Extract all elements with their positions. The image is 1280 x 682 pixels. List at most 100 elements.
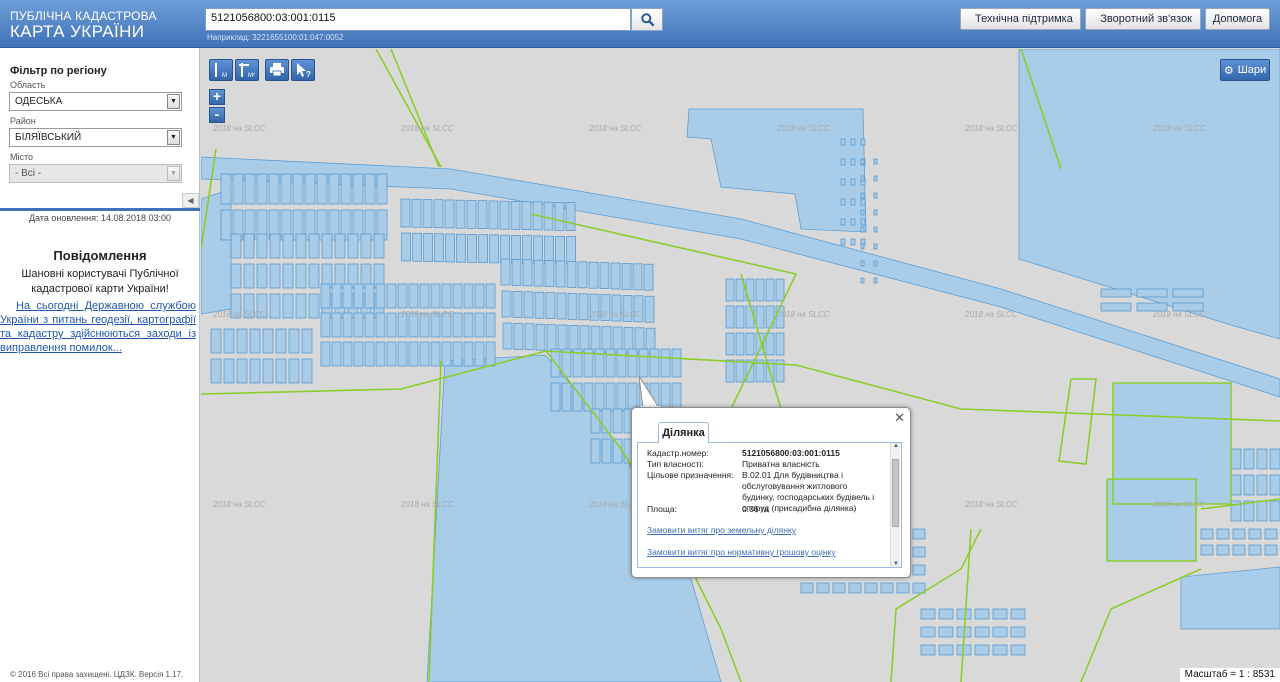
parcel[interactable] [860, 192, 865, 199]
parcel[interactable] [478, 234, 488, 264]
parcel[interactable] [477, 200, 488, 230]
parcel[interactable] [840, 238, 846, 246]
parcel[interactable] [873, 277, 878, 284]
parcel[interactable] [1172, 288, 1204, 298]
collapse-sidebar-button[interactable]: ◀ [182, 193, 199, 208]
parcel[interactable] [444, 199, 455, 229]
parcel[interactable] [256, 263, 268, 289]
parcel[interactable] [412, 232, 422, 262]
parcel[interactable] [463, 283, 474, 309]
parcel[interactable] [873, 209, 878, 216]
parcel-large[interactable] [201, 188, 232, 315]
parcel[interactable] [1200, 544, 1214, 556]
parcel[interactable] [601, 438, 612, 464]
parcel[interactable] [621, 263, 632, 290]
parcel[interactable] [735, 359, 745, 383]
parcel[interactable] [568, 325, 579, 352]
parcel[interactable] [1243, 448, 1255, 470]
parcel[interactable] [419, 283, 430, 309]
support-button[interactable]: Технічна підтримка [960, 8, 1081, 30]
parcel[interactable] [992, 626, 1008, 638]
parcel[interactable] [860, 138, 866, 146]
parcel[interactable] [522, 235, 532, 264]
parcel[interactable] [864, 582, 878, 594]
parcel[interactable] [745, 305, 755, 329]
parcel[interactable] [268, 173, 280, 205]
parcel[interactable] [320, 312, 331, 338]
parcel[interactable] [561, 382, 572, 412]
parcel[interactable] [579, 325, 590, 353]
parcel[interactable] [375, 341, 386, 367]
parcel[interactable] [873, 175, 878, 182]
chevron-down-icon[interactable]: ▼ [167, 130, 180, 145]
parcel[interactable] [262, 328, 274, 354]
help-button[interactable]: Допомога [1205, 8, 1270, 30]
parcel[interactable] [364, 283, 375, 309]
parcel[interactable] [775, 278, 785, 302]
parcel[interactable] [1269, 448, 1280, 470]
parcel[interactable] [452, 312, 463, 338]
parcel[interactable] [920, 608, 936, 620]
parcel[interactable] [735, 332, 745, 356]
parcel[interactable] [501, 290, 512, 318]
parcel[interactable] [860, 243, 865, 250]
parcel[interactable] [1010, 608, 1026, 620]
parcel[interactable] [610, 262, 621, 290]
parcel[interactable] [850, 218, 856, 226]
parcel[interactable] [419, 341, 430, 367]
parcel[interactable] [565, 202, 576, 231]
parcel[interactable] [269, 263, 281, 289]
parcel[interactable] [555, 260, 566, 288]
parcel[interactable] [466, 200, 477, 229]
parcel[interactable] [511, 259, 522, 286]
parcel[interactable] [755, 278, 765, 302]
parcel[interactable] [386, 312, 397, 338]
parcel[interactable] [282, 263, 294, 289]
parcel[interactable] [840, 138, 846, 146]
parcel[interactable] [522, 259, 533, 287]
parcel[interactable] [840, 158, 846, 166]
parcel[interactable] [1232, 528, 1246, 540]
order-valuation-link[interactable]: Замовити витяг про нормативну грошову оц… [647, 547, 836, 557]
parcel[interactable] [456, 233, 466, 263]
parcel[interactable] [643, 263, 654, 291]
parcel[interactable] [1248, 528, 1262, 540]
parcel[interactable] [210, 328, 222, 354]
parcel[interactable] [320, 283, 331, 309]
parcel[interactable] [533, 259, 544, 287]
parcel[interactable] [510, 201, 521, 230]
parcel[interactable] [745, 332, 755, 356]
parcel[interactable] [386, 283, 397, 309]
close-icon[interactable]: ✕ [894, 410, 905, 426]
parcel[interactable] [543, 201, 554, 231]
parcel[interactable] [342, 283, 353, 309]
parcel[interactable] [463, 341, 474, 367]
parcel[interactable] [860, 209, 865, 216]
parcel[interactable] [1269, 500, 1280, 522]
order-extract-link[interactable]: Замовити витяг про земельну ділянку [647, 525, 796, 535]
parcel[interactable] [423, 233, 433, 262]
map-canvas[interactable]: 2018 на SLCC 2018 на SLCC 2018 на SLCC 2018… [201, 49, 1280, 682]
parcel[interactable] [775, 332, 785, 356]
parcel[interactable] [577, 261, 588, 289]
parcel[interactable] [485, 312, 496, 338]
parcel[interactable] [328, 173, 340, 205]
parcel[interactable] [860, 260, 865, 267]
zoom-in-button[interactable]: + [209, 89, 225, 105]
parcel[interactable] [295, 293, 307, 319]
parcel[interactable] [301, 328, 313, 354]
parcel[interactable] [649, 348, 660, 378]
parcel[interactable] [920, 626, 936, 638]
parcel[interactable] [896, 582, 910, 594]
parcel[interactable] [331, 341, 342, 367]
parcel[interactable] [445, 233, 455, 263]
parcel[interactable] [800, 582, 814, 594]
parcel[interactable] [725, 305, 735, 329]
parcel[interactable] [638, 348, 649, 378]
parcel[interactable] [590, 438, 601, 464]
parcel[interactable] [1264, 528, 1278, 540]
parcel[interactable] [347, 233, 359, 259]
parcel[interactable] [671, 348, 682, 378]
parcel[interactable] [1010, 644, 1026, 656]
parcel[interactable] [499, 200, 510, 230]
